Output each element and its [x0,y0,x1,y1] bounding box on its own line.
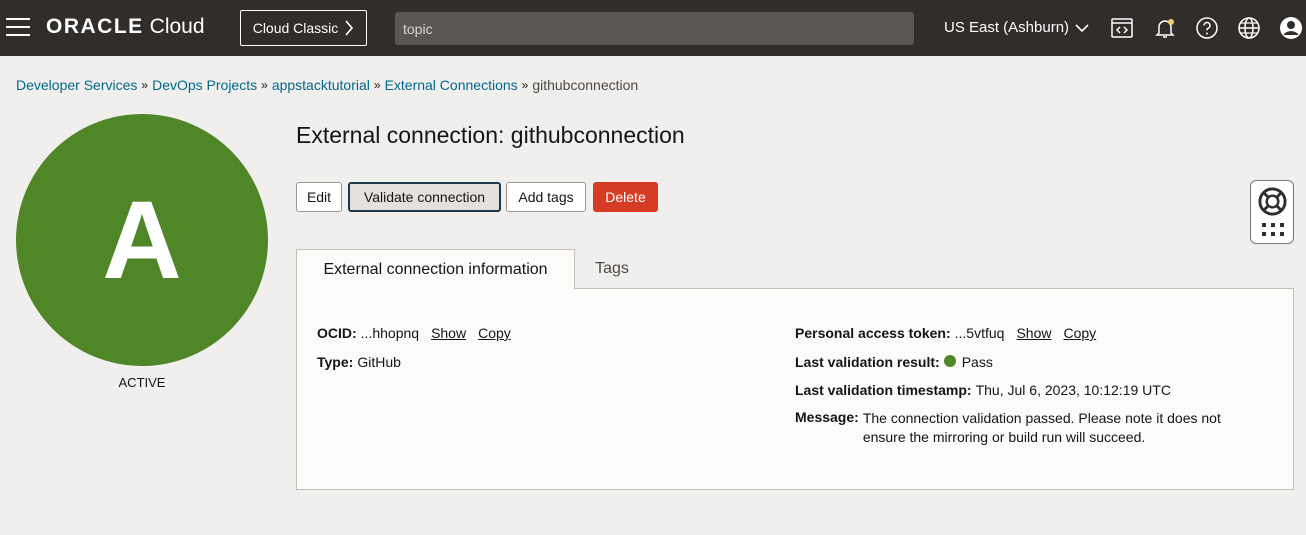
breadcrumb-external-connections[interactable]: External Connections [385,77,518,93]
search-input[interactable]: topic [395,12,914,45]
hamburger-menu-icon[interactable] [6,18,30,38]
breadcrumb-current: githubconnection [532,77,639,93]
cloud-classic-button[interactable]: Cloud Classic [240,10,367,46]
delete-button[interactable]: Delete [593,182,658,212]
validate-connection-button[interactable]: Validate connection [348,182,501,212]
tab-tags[interactable]: Tags [575,249,649,289]
oracle-cloud-logo[interactable]: ORACLE Cloud [46,15,205,39]
notifications-bell-icon[interactable] [1153,16,1177,40]
status-badge: ACTIVE [118,375,166,390]
code-editor-icon[interactable] [1110,16,1134,40]
type-value: GitHub [357,354,401,370]
details-panel: OCID: ...hhopnq Show Copy Type: GitHub P… [296,288,1294,490]
ocid-show-link[interactable]: Show [431,325,466,341]
add-tags-button[interactable]: Add tags [506,182,586,212]
lifebuoy-icon[interactable] [1257,186,1288,217]
help-icon[interactable] [1195,16,1219,40]
chevron-right-icon [345,20,354,36]
help-widget[interactable] [1250,180,1294,244]
ocid-row: OCID: ...hhopnq Show Copy [317,325,511,341]
breadcrumb-separator: » [261,78,268,92]
resource-status-avatar: A [16,114,268,366]
page-title: External connection: githubconnection [296,122,685,148]
breadcrumb-separator: » [141,78,149,92]
validation-result-value: Pass [961,354,993,370]
region-selector[interactable]: US East (Ashburn) [944,19,1089,36]
ocid-value: ...hhopnq [360,325,420,341]
apps-grid-icon[interactable] [1262,223,1284,237]
ocid-copy-link[interactable]: Copy [478,325,511,341]
breadcrumb: Developer Services » DevOps Projects » a… [16,77,638,93]
validation-timestamp-row: Last validation timestamp: Thu, Jul 6, 2… [795,382,1171,398]
tab-external-connection-information[interactable]: External connection information [296,249,575,289]
pass-status-icon [943,355,956,367]
token-value: ...5vtfuq [954,325,1005,341]
breadcrumb-developer-services[interactable]: Developer Services [16,77,137,93]
token-copy-link[interactable]: Copy [1063,325,1096,341]
breadcrumb-separator: » [373,78,381,92]
top-navigation-bar: ORACLE Cloud Cloud Classic topic US East… [0,0,1306,56]
validation-result-row: Last validation result: Pass [795,354,993,370]
token-show-link[interactable]: Show [1016,325,1051,341]
breadcrumb-separator: » [521,78,529,92]
validation-timestamp-value: Thu, Jul 6, 2023, 10:12:19 UTC [975,382,1171,398]
token-row: Personal access token: ...5vtfuq Show Co… [795,325,1097,341]
breadcrumb-devops-projects[interactable]: DevOps Projects [152,77,257,93]
message-row: Message: The connection validation passe… [795,409,1253,447]
breadcrumb-appstacktutorial[interactable]: appstacktutorial [272,77,370,93]
user-profile-icon[interactable] [1279,16,1303,40]
chevron-down-icon [1075,23,1089,32]
edit-button[interactable]: Edit [296,182,342,212]
type-row: Type: GitHub [317,354,401,370]
language-globe-icon[interactable] [1237,16,1261,40]
message-value: The connection validation passed. Please… [862,410,1221,445]
